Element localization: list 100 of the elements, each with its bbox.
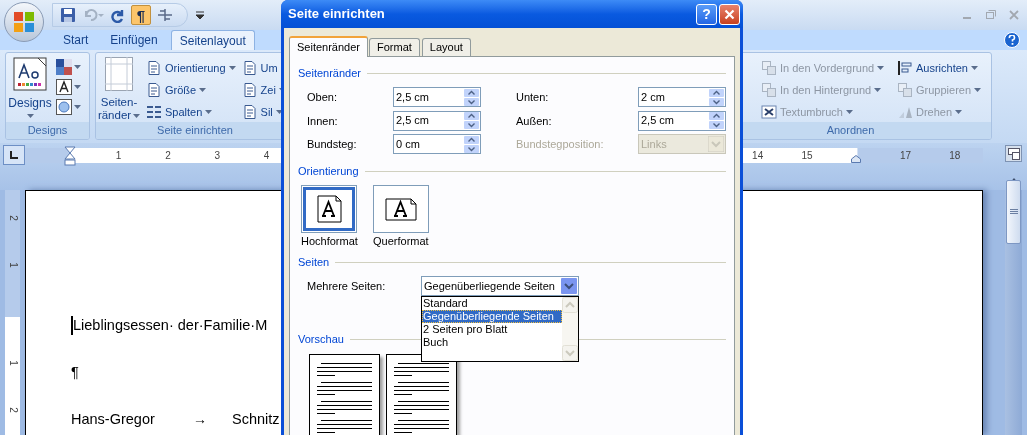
- dialog-tab[interactable]: Format: [369, 38, 420, 56]
- spin-up-icon[interactable]: [709, 88, 724, 97]
- page-margins-icon: [105, 57, 133, 91]
- dropdown-field[interactable]: Gegenüberliegende Seiten: [421, 276, 579, 296]
- caret-icon: [974, 88, 982, 92]
- caret-icon: [877, 66, 885, 70]
- ribbon-button[interactable]: Spalten: [146, 102, 236, 122]
- dropdown-option[interactable]: Standard: [422, 297, 562, 310]
- ruler-toggle-icon: [1007, 147, 1020, 160]
- ribbon-button[interactable]: Um: [241, 58, 288, 78]
- ruler-number: 2: [6, 407, 19, 413]
- theme-fonts-button[interactable]: [56, 79, 81, 95]
- formatting-marks-button[interactable]: ¶: [131, 5, 151, 25]
- caret-icon: [874, 88, 882, 92]
- ribbon-tab[interactable]: Einfügen: [101, 30, 167, 50]
- circle-effects-icon: [56, 99, 72, 115]
- ruler-number: 14: [751, 149, 765, 163]
- spin-up-icon[interactable]: [464, 135, 479, 144]
- section-title: Seitenränder: [298, 67, 361, 80]
- customize-toolbar-icon[interactable]: [196, 11, 204, 19]
- view-ruler-button[interactable]: [1005, 145, 1022, 162]
- ruler-number: 1: [114, 149, 123, 163]
- ruler-number: 2: [164, 149, 172, 163]
- ruler-number: 15: [800, 149, 814, 163]
- text-wrap-icon: [761, 104, 777, 120]
- group-title: Anordnen: [826, 124, 875, 137]
- help-icon[interactable]: [1004, 32, 1020, 48]
- ruler-number: 4: [262, 149, 271, 163]
- ribbon-button[interactable]: Zei: [241, 80, 288, 100]
- spin-field[interactable]: 2,5 cm: [393, 110, 481, 131]
- field-label: Bundstegposition:: [516, 137, 605, 152]
- document-text: ¶: [71, 363, 79, 382]
- section-title: Orientierung: [298, 165, 359, 178]
- ruler-number: 18: [948, 149, 962, 163]
- spin-down-icon[interactable]: [464, 144, 479, 153]
- caret-icon: [26, 114, 34, 118]
- spin-field[interactable]: 0 cm: [393, 134, 481, 154]
- ribbon-button[interactable]: Größe: [146, 80, 236, 100]
- dropdown-option[interactable]: Gegenüberliegende Seiten: [422, 310, 562, 323]
- spin-down-icon[interactable]: [709, 121, 724, 129]
- group-title: Seite einrichten: [157, 124, 233, 137]
- orientation-option[interactable]: [301, 185, 358, 233]
- document-text: Hans-Gregor: [71, 410, 156, 429]
- caret-icon: [199, 88, 207, 92]
- dialog-tab[interactable]: Seitenränder: [289, 36, 368, 57]
- theme-colors-button[interactable]: [56, 59, 81, 75]
- indent-marker-icon[interactable]: [851, 155, 862, 163]
- spin-down-icon[interactable]: [709, 97, 724, 106]
- office-logo-icon: [13, 11, 35, 33]
- caret-icon: [971, 66, 978, 70]
- indent-marker-icon[interactable]: [64, 146, 76, 166]
- ruler-number: 2: [6, 215, 19, 221]
- align-icon: [897, 60, 913, 76]
- scroll-thumb[interactable]: [1006, 180, 1021, 244]
- layers-icon: [761, 60, 777, 76]
- caret-icon: [846, 110, 853, 114]
- field-label: Innen:: [307, 113, 339, 129]
- design-theme-icon: [13, 57, 47, 91]
- spin-down-icon[interactable]: [464, 97, 479, 106]
- spin-up-icon[interactable]: [464, 88, 479, 97]
- dialog-title: Seite einrichten: [288, 5, 385, 24]
- document-text: Lieblingsessen· der·Familie·M: [73, 316, 268, 335]
- caret-icon: [74, 65, 81, 69]
- close-button[interactable]: [719, 3, 740, 25]
- save-icon[interactable]: [60, 7, 76, 23]
- spin-up-icon[interactable]: [464, 112, 479, 120]
- caret-icon: [74, 85, 81, 89]
- option-label: Hochformat: [301, 235, 358, 248]
- orientation-option[interactable]: [372, 185, 429, 233]
- theme-effects-button[interactable]: [56, 99, 81, 115]
- spin-field[interactable]: 2,5 cm: [393, 87, 481, 107]
- spin-field[interactable]: 2 cm: [638, 87, 726, 107]
- ribbon-button[interactable]: Orientierung: [146, 58, 236, 78]
- close-icon: [724, 8, 735, 20]
- layers-icon: [761, 82, 777, 98]
- ruler-number: 17: [898, 149, 913, 163]
- ribbon-button[interactable]: Sil: [241, 102, 288, 122]
- caret-icon: [228, 66, 236, 70]
- spin-up-icon[interactable]: [709, 112, 724, 120]
- ruler-number: 1: [6, 262, 19, 268]
- designs-button[interactable]: Designs: [6, 53, 54, 122]
- ribbon-tab[interactable]: Seitenlayout: [170, 30, 255, 50]
- dropdown-option[interactable]: 2 Seiten pro Blatt: [422, 323, 562, 336]
- dropdown-option[interactable]: Buch: [422, 336, 562, 349]
- spin-down-icon[interactable]: [464, 121, 479, 129]
- caret-icon: [133, 113, 141, 118]
- caret-icon: [205, 110, 213, 114]
- ribbon-button[interactable]: Ausrichten: [897, 58, 991, 78]
- ribbon-tab[interactable]: Start: [54, 30, 98, 50]
- tab-stop-button[interactable]: [3, 145, 25, 165]
- spin-field[interactable]: 2,5 cm: [638, 110, 726, 131]
- font-icon: [56, 79, 72, 95]
- text-cursor: [71, 315, 73, 335]
- field-label: Unten:: [516, 90, 550, 105]
- margins-button[interactable]: Seiten- ränder: [96, 53, 142, 122]
- field-label: Außen:: [516, 113, 553, 129]
- dialog-tab[interactable]: Layout: [421, 38, 471, 56]
- caret-icon: [74, 105, 81, 109]
- field-label: Mehrere Seiten:: [307, 279, 387, 294]
- redo-icon[interactable]: [110, 7, 126, 23]
